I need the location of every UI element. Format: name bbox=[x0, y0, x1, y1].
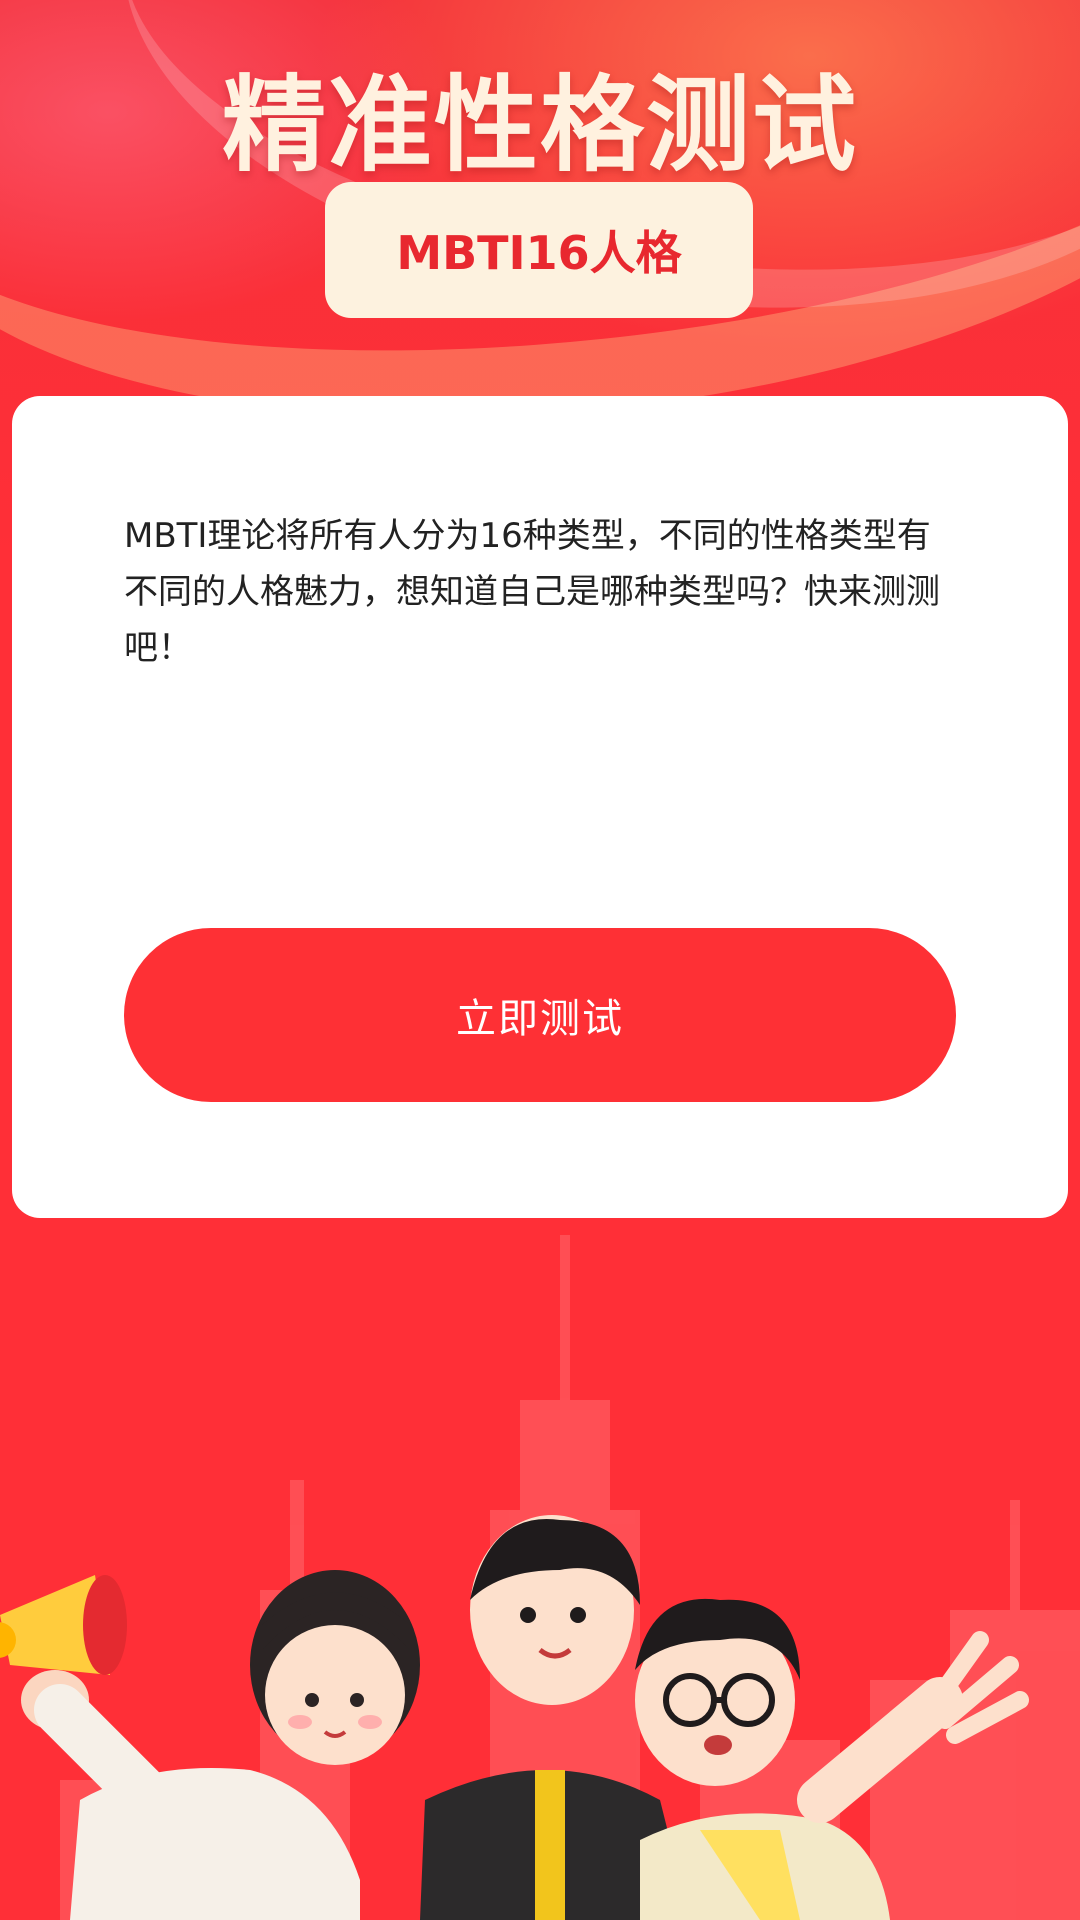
page-title: 精准性格测试 bbox=[221, 64, 858, 186]
intro-card: MBTI理论将所有人分为16种类型，不同的性格类型有不同的人格魅力，想知道自己是… bbox=[12, 396, 1068, 1218]
mbti-tag: MBTI16人格 bbox=[325, 182, 753, 318]
megaphone-icon bbox=[0, 1575, 127, 1675]
character-glasses-icon bbox=[635, 1598, 1029, 1920]
characters-illustration bbox=[0, 1515, 1029, 1920]
intro-description: MBTI理论将所有人分为16种类型，不同的性格类型有不同的人格魅力，想知道自己是… bbox=[124, 516, 940, 668]
start-test-button[interactable]: 立即测试 bbox=[124, 928, 956, 1102]
